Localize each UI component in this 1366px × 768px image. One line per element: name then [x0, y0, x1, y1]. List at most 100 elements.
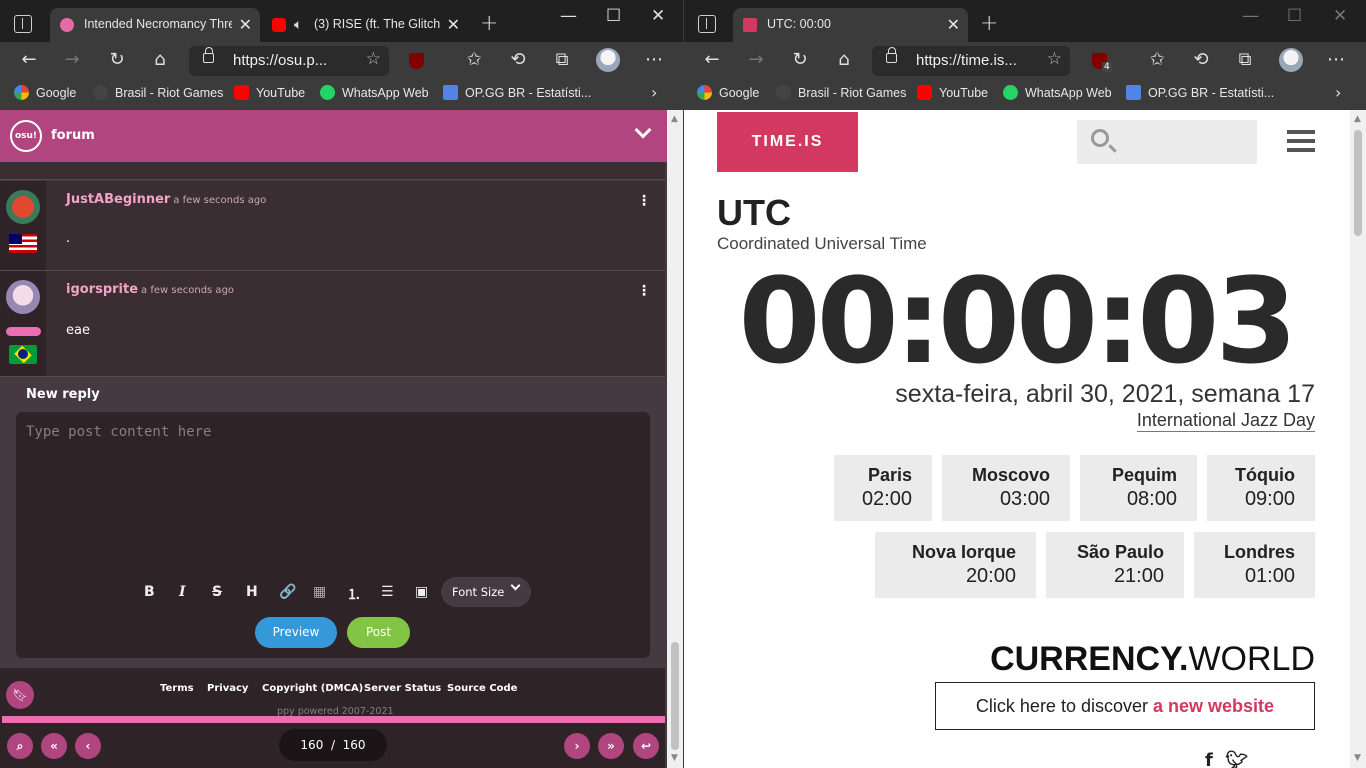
- reply-textarea[interactable]: [16, 412, 650, 572]
- maximize-icon[interactable]: ☐: [606, 6, 621, 26]
- ublock-extension-icon[interactable]: 4: [1092, 53, 1112, 72]
- preview-button[interactable]: Preview: [255, 617, 337, 648]
- favorites-icon[interactable]: ✩: [1145, 48, 1169, 72]
- footer-link-privacy[interactable]: Privacy: [207, 683, 248, 694]
- footer-link-source-code[interactable]: Source Code: [447, 683, 517, 694]
- post-options-icon[interactable]: ⋮: [637, 283, 651, 299]
- search-input[interactable]: [1077, 120, 1257, 164]
- first-page-icon[interactable]: «: [41, 733, 67, 759]
- tab-actions-icon[interactable]: [698, 15, 716, 33]
- currency-world-logo[interactable]: CURRENCY.WORLD: [990, 640, 1315, 679]
- forum-title[interactable]: forum: [51, 128, 95, 143]
- city-paris[interactable]: Paris 02:00: [834, 455, 932, 521]
- post-author[interactable]: igorsprite a few seconds ago: [66, 282, 234, 297]
- close-tab-icon[interactable]: ✕: [947, 15, 960, 35]
- post-author[interactable]: JustABeginner a few seconds ago: [66, 192, 266, 207]
- profile-avatar[interactable]: [1279, 48, 1303, 72]
- chevron-down-icon[interactable]: [634, 121, 652, 139]
- strikethrough-icon[interactable]: S: [212, 584, 222, 600]
- tab-osu-forum[interactable]: Intended Necromancy Thre ✕: [50, 8, 260, 42]
- scroll-down-icon[interactable]: ▼: [1354, 753, 1361, 763]
- new-tab-icon[interactable]: +: [480, 11, 498, 36]
- menu-icon[interactable]: [1287, 130, 1315, 152]
- close-window-icon[interactable]: ✕: [1333, 6, 1347, 26]
- footer-link-terms[interactable]: Terms: [160, 683, 194, 694]
- osu-logo[interactable]: osu!: [10, 120, 42, 152]
- bookmark-opgg[interactable]: OP.GG BR - Estatísti...: [443, 85, 591, 100]
- timeis-logo[interactable]: TIME.IS: [717, 112, 858, 172]
- city-sao-paulo[interactable]: São Paulo 21:00: [1046, 532, 1184, 598]
- link-icon[interactable]: 🔗: [279, 584, 296, 600]
- bookmark-youtube[interactable]: YouTube: [234, 85, 305, 100]
- bookmark-google[interactable]: Google: [14, 85, 76, 100]
- scroll-down-icon[interactable]: ▼: [671, 753, 678, 763]
- more-options-icon[interactable]: ⋯: [642, 48, 666, 72]
- forward-icon[interactable]: →: [744, 48, 768, 72]
- add-favorite-icon[interactable]: ☆: [1047, 49, 1062, 69]
- tab-time-is[interactable]: UTC: 00:00 ✕: [733, 8, 968, 42]
- scrollbar-thumb[interactable]: [1354, 130, 1362, 236]
- next-page-icon[interactable]: ›: [564, 733, 590, 759]
- maximize-icon[interactable]: ☐: [1287, 6, 1302, 26]
- profile-avatar[interactable]: [596, 48, 620, 72]
- city-tokyo[interactable]: Tóquio 09:00: [1207, 455, 1315, 521]
- reply-arrow-icon[interactable]: ↩: [633, 733, 659, 759]
- minimize-icon[interactable]: —: [560, 6, 577, 26]
- close-tab-icon[interactable]: ✕: [239, 15, 252, 35]
- bookmark-riot[interactable]: Brasil - Riot Games: [93, 85, 223, 100]
- collections-icon[interactable]: ⧉: [1233, 48, 1257, 72]
- ordered-list-icon[interactable]: ⒈: [347, 584, 361, 604]
- bold-icon[interactable]: B: [144, 584, 155, 600]
- address-bar[interactable]: https://time.is... ☆: [872, 46, 1070, 76]
- more-options-icon[interactable]: ⋯: [1324, 48, 1348, 72]
- city-london[interactable]: Londres 01:00: [1194, 532, 1315, 598]
- bookmark-riot[interactable]: Brasil - Riot Games: [776, 85, 906, 100]
- history-icon[interactable]: ⟲: [1189, 48, 1213, 72]
- bookmark-google[interactable]: Google: [697, 85, 759, 100]
- url-text[interactable]: https://time.is...: [916, 52, 1017, 69]
- bookmark-icon[interactable]: 🔖︎: [6, 681, 34, 709]
- last-page-icon[interactable]: »: [598, 733, 624, 759]
- tab-actions-icon[interactable]: [14, 15, 32, 33]
- italic-icon[interactable]: I: [179, 584, 186, 600]
- scroll-up-icon[interactable]: ▲: [671, 114, 678, 124]
- bookmark-whatsapp[interactable]: WhatsApp Web: [1003, 85, 1112, 100]
- avatar[interactable]: [6, 190, 40, 224]
- font-size-dropdown[interactable]: Font Size: [441, 577, 531, 607]
- page-scrollbar[interactable]: ▲ ▼: [1350, 110, 1366, 768]
- scrollbar-thumb[interactable]: [671, 642, 679, 750]
- city-beijing[interactable]: Pequim 08:00: [1080, 455, 1197, 521]
- twitter-icon[interactable]: 🐦︎: [1225, 750, 1248, 768]
- holiday-link[interactable]: International Jazz Day: [1136, 410, 1315, 432]
- forward-icon[interactable]: →: [60, 48, 84, 72]
- post-button[interactable]: Post: [347, 617, 410, 648]
- home-icon[interactable]: ⌂: [832, 48, 856, 72]
- refresh-icon[interactable]: ↻: [788, 48, 812, 72]
- new-tab-icon[interactable]: +: [980, 11, 998, 36]
- tab-youtube[interactable]: 🔈︎ (3) RISE (ft. The Glitch ✕: [262, 8, 468, 42]
- heading-icon[interactable]: H: [246, 584, 258, 600]
- social-icons[interactable]: f 🐦︎: [1205, 750, 1248, 768]
- back-icon[interactable]: ←: [17, 48, 41, 72]
- url-text[interactable]: https://osu.p...: [233, 52, 327, 69]
- refresh-icon[interactable]: ↻: [105, 48, 129, 72]
- post-options-icon[interactable]: ⋮: [637, 193, 651, 209]
- speaker-icon[interactable]: 🔈︎: [294, 16, 302, 33]
- minimize-icon[interactable]: —: [1242, 6, 1259, 26]
- avatar[interactable]: [6, 280, 40, 314]
- spoilerbox-icon[interactable]: ▦: [313, 584, 326, 600]
- page-scrollbar[interactable]: ▲ ▼: [667, 110, 683, 768]
- search-icon[interactable]: ⌕: [7, 733, 33, 759]
- discover-banner[interactable]: Click here to discover a new website: [935, 682, 1315, 730]
- page-indicator[interactable]: 160 / 160: [279, 729, 387, 761]
- scroll-up-icon[interactable]: ▲: [1354, 114, 1361, 124]
- close-window-icon[interactable]: ✕: [651, 6, 665, 26]
- favorites-icon[interactable]: ✩: [462, 48, 486, 72]
- footer-link-copyright[interactable]: Copyright (DMCA): [262, 683, 363, 694]
- collections-icon[interactable]: ⧉: [550, 48, 574, 72]
- bookmark-opgg[interactable]: OP.GG BR - Estatísti...: [1126, 85, 1274, 100]
- home-icon[interactable]: ⌂: [148, 48, 172, 72]
- bookmarks-overflow-icon[interactable]: ›: [1335, 83, 1341, 102]
- address-bar[interactable]: https://osu.p... ☆: [189, 46, 389, 76]
- back-icon[interactable]: ←: [700, 48, 724, 72]
